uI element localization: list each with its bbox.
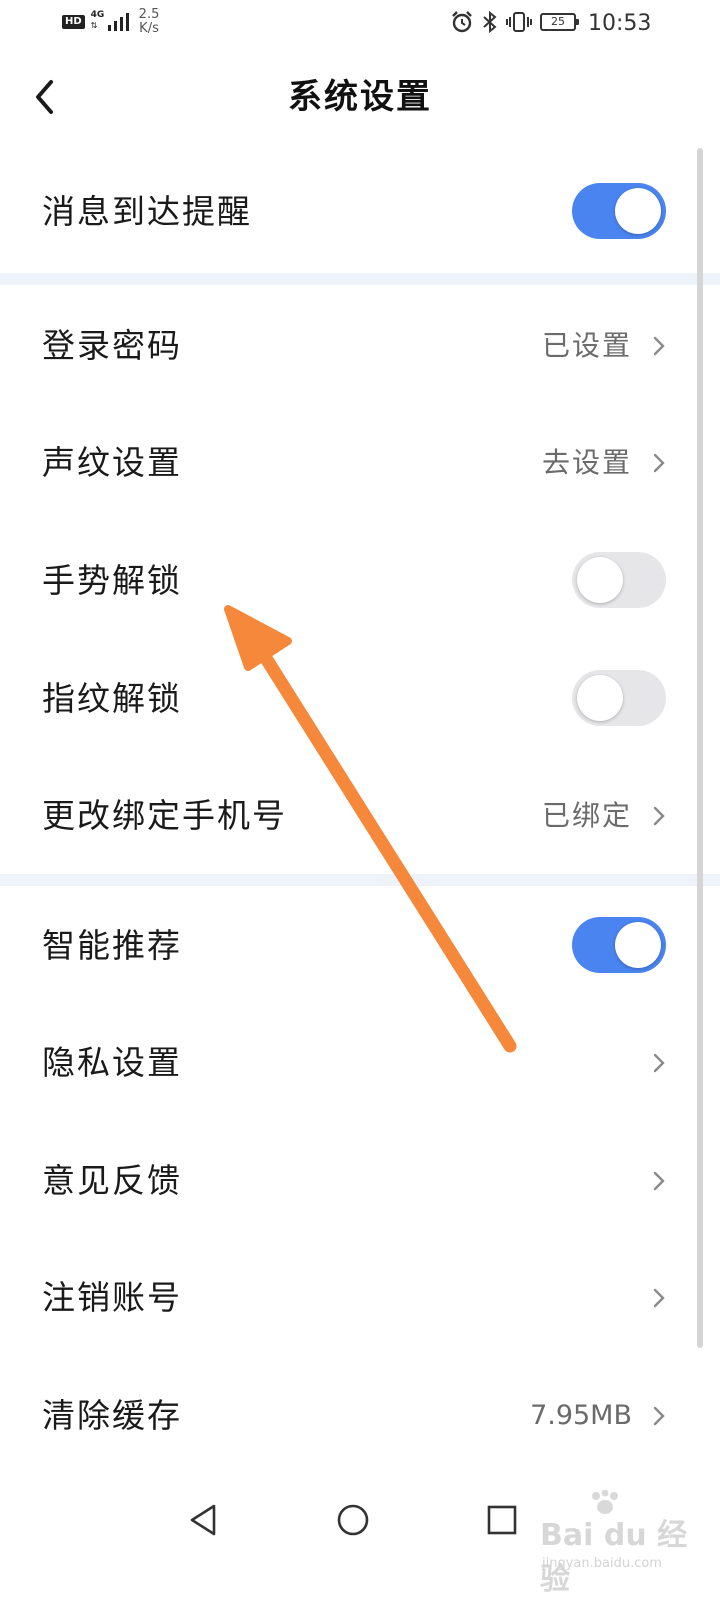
setting-value: 已绑定	[541, 799, 632, 832]
scrollbar[interactable]	[697, 148, 703, 1348]
setting-row-gesture-unlock: 手势解锁	[0, 522, 720, 639]
vibrate-icon	[506, 12, 532, 32]
page-header: 系统设置	[0, 50, 720, 145]
toggle-knob	[577, 675, 623, 721]
battery-level: 25	[551, 15, 565, 28]
status-clock: 10:53	[588, 11, 652, 36]
network-type: 4G	[90, 10, 105, 20]
fingerprint-unlock-toggle[interactable]	[572, 670, 666, 726]
setting-value: 去设置	[541, 446, 632, 479]
setting-row-smart-recommend: 智能推荐	[0, 887, 720, 1004]
watermark: Bai du 经验 jingyan.baidu.com	[538, 1490, 708, 1597]
setting-label: 消息到达提醒	[42, 192, 252, 231]
cache-size: 7.95MB	[530, 1400, 632, 1431]
setting-row-privacy[interactable]: 隐私设置	[0, 1004, 720, 1121]
circle-home-icon	[337, 1504, 369, 1536]
setting-row-feedback[interactable]: 意见反馈	[0, 1122, 720, 1239]
setting-label: 意见反馈	[42, 1161, 182, 1200]
network-speed-value: 2.5	[138, 7, 160, 22]
hd-badge: HD	[62, 15, 85, 29]
data-activity-icon: ⇅	[90, 21, 98, 30]
status-bar: HD 4G ⇅ 2.5 K/s 25 10:53	[0, 0, 720, 50]
nav-back-button[interactable]	[174, 1490, 234, 1550]
toggle-knob	[577, 557, 623, 603]
nav-home-button[interactable]	[323, 1490, 383, 1550]
network-speed: 2.5 K/s	[139, 8, 160, 36]
status-bar-left: HD 4G ⇅ 2.5 K/s	[62, 8, 159, 36]
square-recents-icon	[487, 1505, 517, 1535]
bluetooth-icon	[483, 10, 497, 34]
page-title: 系统设置	[288, 77, 432, 117]
section-divider	[0, 874, 720, 886]
setting-value: 已设置	[541, 329, 632, 362]
chevron-right-icon	[653, 1288, 665, 1308]
triangle-back-icon	[190, 1504, 216, 1536]
setting-row-login-password[interactable]: 登录密码 已设置	[0, 287, 720, 404]
setting-label: 智能推荐	[42, 926, 182, 965]
setting-label: 声纹设置	[42, 443, 182, 482]
watermark-brand: Bai du 经验	[540, 1518, 688, 1597]
chevron-right-icon	[653, 1171, 665, 1191]
setting-row-clear-cache[interactable]: 清除缓存 7.95MB	[0, 1357, 720, 1474]
chevron-right-icon	[653, 336, 665, 356]
toggle-knob	[615, 922, 661, 968]
nav-recents-button[interactable]	[472, 1490, 532, 1550]
setting-row-change-phone[interactable]: 更改绑定手机号 已绑定	[0, 757, 720, 874]
setting-label: 注销账号	[42, 1278, 182, 1317]
chevron-right-icon	[653, 806, 665, 826]
setting-label: 登录密码	[42, 326, 182, 365]
setting-row-cancel-account[interactable]: 注销账号	[0, 1239, 720, 1356]
setting-label: 指纹解锁	[42, 679, 182, 718]
signal-bars-icon	[107, 13, 129, 31]
battery-icon: 25	[540, 13, 579, 31]
chevron-right-icon	[653, 453, 665, 473]
message-alert-toggle[interactable]	[572, 183, 666, 239]
chevron-right-icon	[653, 1406, 665, 1426]
status-bar-right: 25	[450, 10, 579, 34]
setting-row-voiceprint[interactable]: 声纹设置 去设置	[0, 404, 720, 521]
alarm-icon	[452, 11, 472, 33]
setting-label: 清除缓存	[42, 1396, 182, 1435]
toggle-knob	[615, 188, 661, 234]
setting-label: 更改绑定手机号	[42, 796, 287, 835]
setting-row-message-alert: 消息到达提醒	[0, 153, 720, 270]
setting-label: 隐私设置	[42, 1043, 182, 1082]
watermark-url: jingyan.baidu.com	[542, 1556, 662, 1571]
cellular-signal-icon: 4G ⇅	[91, 10, 133, 34]
network-speed-unit: K/s	[139, 21, 159, 36]
setting-row-fingerprint-unlock: 指纹解锁	[0, 640, 720, 757]
smart-recommend-toggle[interactable]	[572, 917, 666, 973]
chevron-right-icon	[653, 1053, 665, 1073]
setting-label: 手势解锁	[42, 561, 182, 600]
gesture-unlock-toggle[interactable]	[572, 552, 666, 608]
section-divider	[0, 273, 720, 285]
